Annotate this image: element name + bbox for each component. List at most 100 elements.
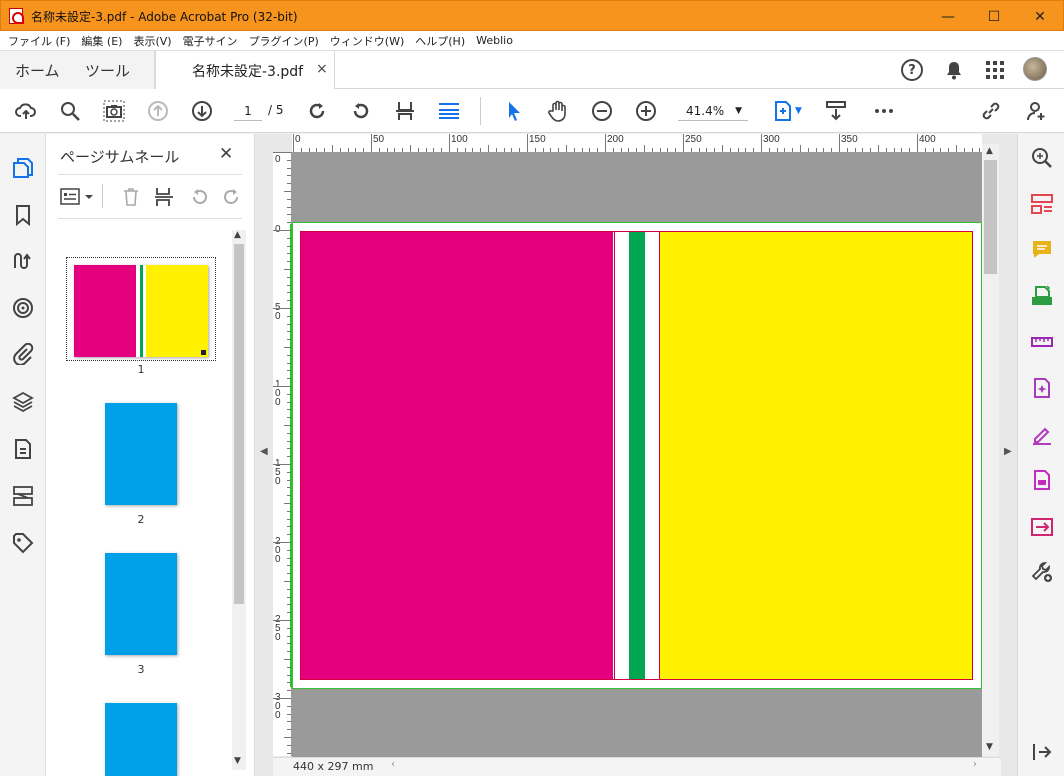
attachment-icon[interactable] [11, 342, 35, 366]
reading-mode-icon[interactable] [822, 97, 850, 125]
help-icon[interactable]: ? [901, 59, 923, 81]
snapshot-camera-icon[interactable] [100, 97, 128, 125]
add-user-icon[interactable] [1022, 97, 1050, 125]
target-icon[interactable] [11, 296, 35, 320]
hand-tool-icon[interactable] [544, 97, 572, 125]
ruler-tick [287, 487, 291, 489]
collapse-right-icon[interactable]: ▶ [1004, 446, 1012, 457]
ruler-tick [698, 148, 700, 152]
status-bar: 440 x 297 mm ‹ › [273, 757, 1001, 776]
organize-pages-icon[interactable] [1030, 192, 1054, 216]
bookmark-icon[interactable] [11, 203, 35, 227]
ruler-tick [394, 148, 396, 152]
ruler-tick [308, 148, 310, 152]
thumbnail-page-3[interactable] [105, 553, 177, 655]
menu-esign[interactable]: 電子サイン [183, 33, 238, 49]
more-options-icon[interactable] [870, 97, 898, 125]
page-content-icon[interactable] [11, 437, 35, 461]
chevron-down-icon[interactable]: ▼ [795, 106, 802, 116]
close-window-button[interactable]: ✕ [1017, 1, 1063, 32]
divider [102, 184, 103, 208]
collapse-tools-icon[interactable] [1030, 740, 1054, 764]
ruler-label: 250 [685, 134, 702, 145]
menu-view[interactable]: 表示(V) [133, 33, 171, 49]
scroll-right-icon[interactable]: › [973, 759, 977, 770]
menu-file[interactable]: ファイル (F) [8, 33, 70, 49]
select-cursor-icon[interactable] [500, 97, 528, 125]
collapse-left-icon[interactable]: ◀ [260, 446, 268, 457]
avatar[interactable] [1023, 57, 1047, 81]
scroll-mode-icon[interactable] [435, 97, 463, 125]
close-panel-icon[interactable]: ✕ [219, 144, 233, 164]
structure-icon[interactable] [11, 484, 35, 508]
rotate-counterclockwise-icon[interactable] [347, 97, 375, 125]
measure-ruler-icon[interactable] [1030, 330, 1054, 354]
menu-window[interactable]: ウィンドウ(W) [330, 33, 404, 49]
export-pdf-icon[interactable] [1030, 468, 1054, 492]
scroll-down-icon[interactable]: ▼ [986, 742, 993, 752]
ruler-tick [284, 425, 291, 426]
document-scrollbar[interactable]: ▲ ▼ [982, 144, 999, 756]
scan-ocr-icon[interactable] [1030, 284, 1054, 308]
ruler-digit: 0 [275, 397, 281, 408]
signature-icon[interactable] [11, 249, 35, 273]
bell-icon[interactable] [943, 59, 965, 84]
next-page-icon[interactable] [188, 97, 216, 125]
zoom-out-icon[interactable] [588, 97, 616, 125]
menu-weblio[interactable]: Weblio [476, 34, 513, 47]
more-tools-icon[interactable] [1030, 560, 1054, 584]
maximize-button[interactable]: ☐ [971, 1, 1017, 32]
page-thumbnails-icon[interactable] [11, 156, 35, 180]
insert-page-icon[interactable] [154, 187, 174, 210]
panel-title: ページサムネール [60, 148, 180, 166]
edit-pdf-icon[interactable] [1030, 376, 1054, 400]
previous-page-icon[interactable] [144, 97, 172, 125]
upload-cloud-icon[interactable] [12, 97, 40, 125]
ruler-tick [612, 148, 614, 152]
fill-sign-icon[interactable] [1030, 422, 1054, 446]
scrollbar-thumb[interactable] [234, 244, 244, 604]
search-icon[interactable] [56, 97, 84, 125]
compare-files-icon[interactable] [1030, 514, 1054, 538]
tab-tools[interactable]: ツール [85, 51, 130, 89]
comment-icon[interactable] [1030, 238, 1054, 262]
zoom-in-icon[interactable] [632, 97, 660, 125]
menu-plugin[interactable]: プラグイン(P) [249, 33, 319, 49]
rotate-right-icon[interactable] [222, 187, 242, 210]
resize-handle[interactable] [201, 350, 206, 355]
scroll-down-icon[interactable]: ▼ [234, 756, 241, 766]
tab-document[interactable]: 名称未設定-3.pdf × [155, 51, 335, 89]
thumbnail-page-1[interactable] [74, 265, 208, 357]
scroll-left-icon[interactable]: ‹ [391, 759, 395, 770]
menu-help[interactable]: ヘルプ(H) [415, 33, 465, 49]
menu-edit[interactable]: 編集 (E) [81, 33, 122, 49]
ruler-tick [284, 737, 291, 738]
tab-home[interactable]: ホーム [15, 51, 60, 89]
rotate-clockwise-icon[interactable] [303, 97, 331, 125]
ruler-tick [706, 148, 708, 152]
apps-grid-icon[interactable] [985, 60, 1005, 83]
minimize-button[interactable]: — [925, 1, 971, 32]
page-number-input[interactable]: 1 [234, 101, 262, 121]
fit-page-icon[interactable] [391, 97, 419, 125]
thumbnail-page-2[interactable] [105, 403, 177, 505]
scroll-up-icon[interactable]: ▲ [986, 146, 993, 156]
ruler-tick [287, 627, 291, 629]
delete-icon[interactable] [121, 187, 141, 210]
search-zoom-icon[interactable] [1030, 146, 1054, 170]
scroll-up-icon[interactable]: ▲ [234, 230, 241, 240]
share-link-icon[interactable] [977, 97, 1005, 125]
tag-icon[interactable] [11, 531, 35, 555]
layers-icon[interactable] [11, 390, 35, 414]
thumbnail-options-icon[interactable] [60, 188, 94, 209]
rotate-left-icon[interactable] [189, 187, 209, 210]
page-display-icon[interactable] [770, 97, 798, 125]
tab-close-icon[interactable]: × [316, 61, 328, 77]
thumbnail-page-4[interactable] [105, 703, 177, 776]
ruler-tick [287, 526, 291, 528]
ruler-tick [287, 370, 291, 372]
pdf-page[interactable] [292, 222, 982, 689]
thumbnail-scrollbar[interactable]: ▲ ▼ [232, 230, 246, 770]
zoom-level-select[interactable]: 41.4% ▼ [678, 101, 748, 121]
scrollbar-thumb[interactable] [984, 160, 997, 274]
